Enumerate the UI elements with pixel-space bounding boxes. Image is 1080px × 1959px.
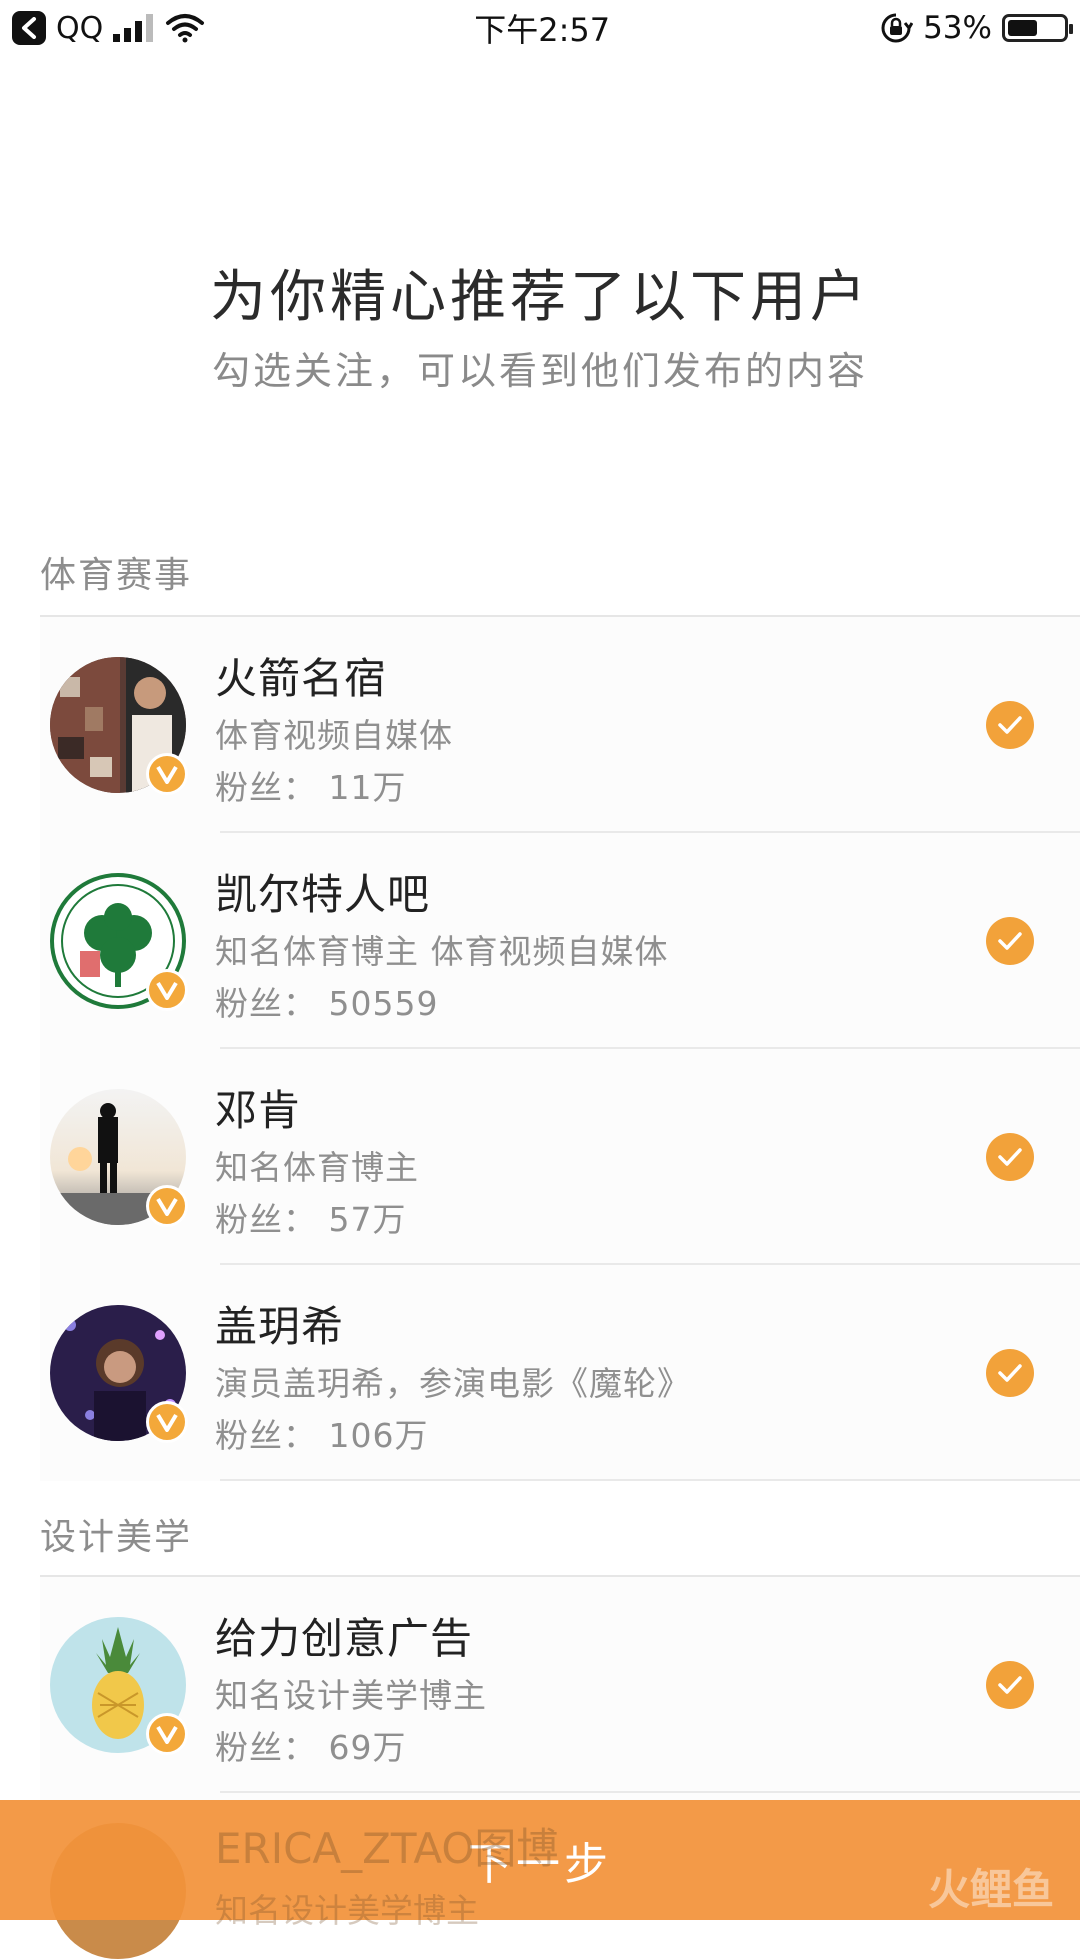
back-arrow-icon bbox=[22, 17, 36, 39]
section-header-sports: 体育赛事 bbox=[40, 555, 193, 596]
user-row[interactable]: 盖玥希 演员盖玥希，参演电影《魔轮》 粉丝： 106万 bbox=[40, 1265, 1080, 1481]
battery-icon bbox=[1001, 14, 1073, 42]
user-description: 知名体育博主 体育视频自媒体 bbox=[215, 932, 669, 971]
status-left: QQ bbox=[12, 11, 205, 46]
rotation-lock-icon bbox=[881, 13, 914, 43]
section-header-design: 设计美学 bbox=[40, 1517, 193, 1558]
verified-badge-icon bbox=[146, 1185, 188, 1227]
verified-badge-icon bbox=[146, 753, 188, 795]
user-name: 凯尔特人吧 bbox=[215, 870, 431, 919]
back-app-label: QQ bbox=[56, 10, 104, 46]
verified-badge-icon bbox=[146, 1713, 188, 1755]
back-to-app-button[interactable] bbox=[12, 11, 46, 45]
status-time: 下午2:57 bbox=[474, 11, 611, 49]
user-description: 演员盖玥希，参演电影《魔轮》 bbox=[215, 1364, 691, 1403]
user-description: 知名设计美学博主 bbox=[215, 1676, 487, 1715]
follow-check-icon[interactable] bbox=[986, 701, 1034, 749]
battery-percentage: 53% bbox=[923, 10, 992, 46]
avatar bbox=[50, 1305, 188, 1443]
verified-badge-icon bbox=[146, 969, 188, 1011]
user-row[interactable]: 邓肯 知名体育博主 粉丝： 57万 bbox=[40, 1049, 1080, 1265]
user-fans: 粉丝： 50559 bbox=[215, 984, 439, 1023]
user-row[interactable]: 火箭名宿 体育视频自媒体 粉丝： 11万 bbox=[40, 617, 1080, 833]
user-name: 邓肯 bbox=[215, 1086, 302, 1135]
user-fans: 粉丝： 106万 bbox=[215, 1416, 429, 1455]
user-name: 火箭名宿 bbox=[215, 654, 388, 703]
avatar bbox=[50, 873, 188, 1011]
user-fans: 粉丝： 57万 bbox=[215, 1200, 407, 1239]
user-name: ERICA_ZTAO图博 bbox=[215, 1824, 559, 1873]
row-divider bbox=[220, 1479, 1080, 1481]
user-name: 给力创意广告 bbox=[215, 1614, 474, 1663]
user-row[interactable]: 给力创意广告 知名设计美学博主 粉丝： 69万 bbox=[40, 1577, 1080, 1793]
user-row[interactable]: 凯尔特人吧 知名体育博主 体育视频自媒体 粉丝： 50559 bbox=[40, 833, 1080, 1049]
wifi-icon bbox=[166, 14, 205, 43]
follow-check-icon[interactable] bbox=[986, 1133, 1034, 1181]
user-name: 盖玥希 bbox=[215, 1302, 345, 1351]
signal-icon bbox=[113, 14, 154, 42]
watermark-logo: 火鲤鱼 bbox=[927, 1865, 1054, 1914]
avatar bbox=[50, 1617, 188, 1755]
verified-badge-icon bbox=[146, 1401, 188, 1443]
user-description: 体育视频自媒体 bbox=[215, 716, 453, 755]
user-fans: 粉丝： 69万 bbox=[215, 1728, 407, 1767]
page-title: 为你精心推荐了以下用户 bbox=[210, 265, 870, 330]
follow-check-icon[interactable] bbox=[986, 1661, 1034, 1709]
user-fans: 粉丝： 11万 bbox=[215, 768, 407, 807]
avatar bbox=[50, 1089, 188, 1227]
user-description: 知名设计美学博主 bbox=[215, 1891, 479, 1930]
follow-check-icon[interactable] bbox=[986, 917, 1034, 965]
page-subtitle: 勾选关注，可以看到他们发布的内容 bbox=[211, 349, 868, 393]
avatar bbox=[50, 657, 188, 795]
status-right: 53% bbox=[879, 10, 1073, 46]
follow-check-icon[interactable] bbox=[986, 1349, 1034, 1397]
user-description: 知名体育博主 bbox=[215, 1148, 419, 1187]
status-bar: QQ 下午2:57 53% bbox=[0, 0, 1080, 56]
